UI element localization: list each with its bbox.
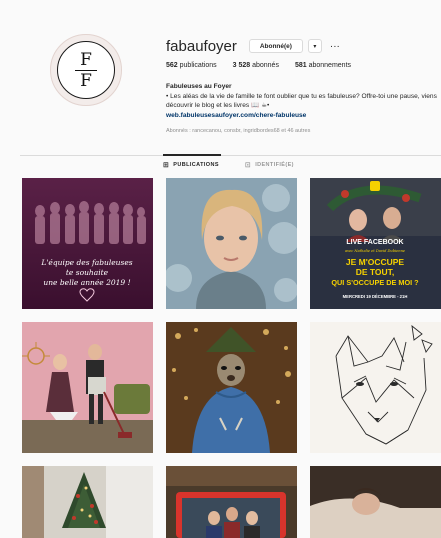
tab-label: PUBLICATIONS — [173, 162, 219, 168]
bio-name: Fabuleuses au Foyer — [166, 83, 232, 90]
post-caption-line: L'équipe des fabuleuses — [40, 258, 132, 267]
chevron-down-icon[interactable]: ▾ — [307, 39, 322, 53]
post-tile[interactable] — [310, 466, 441, 538]
post-caption-line: une belle année 2019 ! — [43, 278, 130, 287]
followers-count[interactable]: 3 528 abonnés — [233, 62, 279, 69]
profile-username: fabaufoyer — [166, 37, 237, 55]
tab-tagged[interactable]: ⊡ IDENTIFIÉ(E) — [245, 161, 294, 169]
post-text-line: JE M'OCCUPE — [346, 257, 405, 267]
posts-grid: L'équipe des fabuleuses te souhaite une … — [22, 178, 441, 538]
profile-tabs: ⊞ PUBLICATIONS ⊡ IDENTIFIÉ(E) — [163, 161, 320, 169]
post-text-line: MERCREDI 19 DÉCEMBRE - 21H — [343, 294, 408, 299]
post-tile[interactable]: LIVE FACEBOOK avec Nathalie et David Dub… — [310, 178, 441, 309]
profile-stats: 562 publications 3 528 abonnés 581 abonn… — [166, 62, 367, 69]
followed-by[interactable]: Abonnés : rancecanou, consbr, ingridbord… — [166, 128, 310, 134]
post-tile[interactable] — [166, 466, 297, 538]
bio-link[interactable]: web.fabuleusesaufoyer.com/chere-fabuleus… — [166, 111, 438, 121]
tag-icon: ⊡ — [244, 162, 252, 169]
active-tab-indicator — [163, 154, 221, 156]
post-tile[interactable] — [166, 178, 297, 309]
post-tile[interactable] — [166, 322, 297, 453]
avatar-letter-top: F — [80, 49, 92, 70]
avatar-logo: F F — [57, 41, 115, 99]
username-row: fabaufoyer Abonné(e) ▾ ··· — [166, 37, 340, 55]
post-text-line: DE TOUT, — [356, 267, 395, 277]
post-text-line: QUI S'OCCUPE DE MOI ? — [331, 278, 419, 287]
post-tile[interactable] — [22, 322, 153, 453]
post-tile[interactable] — [22, 466, 153, 538]
post-caption-line: te souhaite — [66, 268, 109, 277]
profile-bio: Fabuleuses au Foyer • Les aléas de la vi… — [166, 82, 438, 120]
post-text-line: avec Nathalie et David Dubienne — [345, 249, 405, 253]
following-button[interactable]: Abonné(e) — [248, 39, 303, 53]
post-text-line: LIVE FACEBOOK — [346, 239, 403, 246]
tab-publications[interactable]: ⊞ PUBLICATIONS — [163, 161, 219, 169]
profile-avatar[interactable]: F F — [50, 34, 122, 106]
more-options-icon[interactable]: ··· — [330, 41, 340, 52]
post-tile[interactable] — [310, 322, 441, 453]
tabs-divider — [20, 155, 441, 156]
posts-count: 562 publications — [166, 62, 217, 69]
avatar-letter-bottom: F — [80, 70, 92, 91]
profile-header: F F fabaufoyer Abonné(e) ▾ ··· 562 publi… — [0, 0, 441, 150]
grid-icon: ⊞ — [163, 162, 170, 169]
following-count[interactable]: 581 abonnements — [295, 62, 351, 69]
post-tile[interactable]: L'équipe des fabuleuses te souhaite une … — [22, 178, 153, 309]
tab-label: IDENTIFIÉ(E) — [255, 162, 294, 168]
bio-text: • Les aléas de la vie de famille te font… — [166, 92, 437, 110]
